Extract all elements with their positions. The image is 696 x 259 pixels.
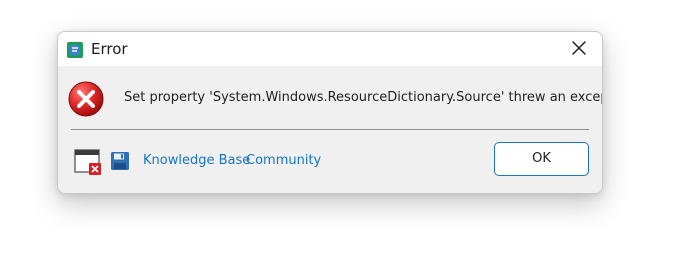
dialog-footer: Knowledge Base Community OK xyxy=(58,130,602,193)
dialog-content: Set property 'System.Windows.ResourceDic… xyxy=(58,66,602,130)
window-title: Error xyxy=(91,40,128,58)
community-link[interactable]: Community xyxy=(246,153,321,169)
app-icon xyxy=(66,41,84,59)
close-icon xyxy=(572,40,586,59)
error-dialog: Error Set property 'System.Windows.Resou… xyxy=(57,31,603,194)
title-bar: Error xyxy=(58,32,602,66)
save-icon[interactable] xyxy=(110,151,130,171)
close-button[interactable] xyxy=(556,32,602,66)
error-icon xyxy=(67,80,105,118)
error-message: Set property 'System.Windows.ResourceDic… xyxy=(124,90,603,105)
ok-button[interactable]: OK xyxy=(494,142,589,176)
knowledge-base-link[interactable]: Knowledge Base xyxy=(143,153,250,169)
window-error-icon[interactable] xyxy=(74,148,102,176)
